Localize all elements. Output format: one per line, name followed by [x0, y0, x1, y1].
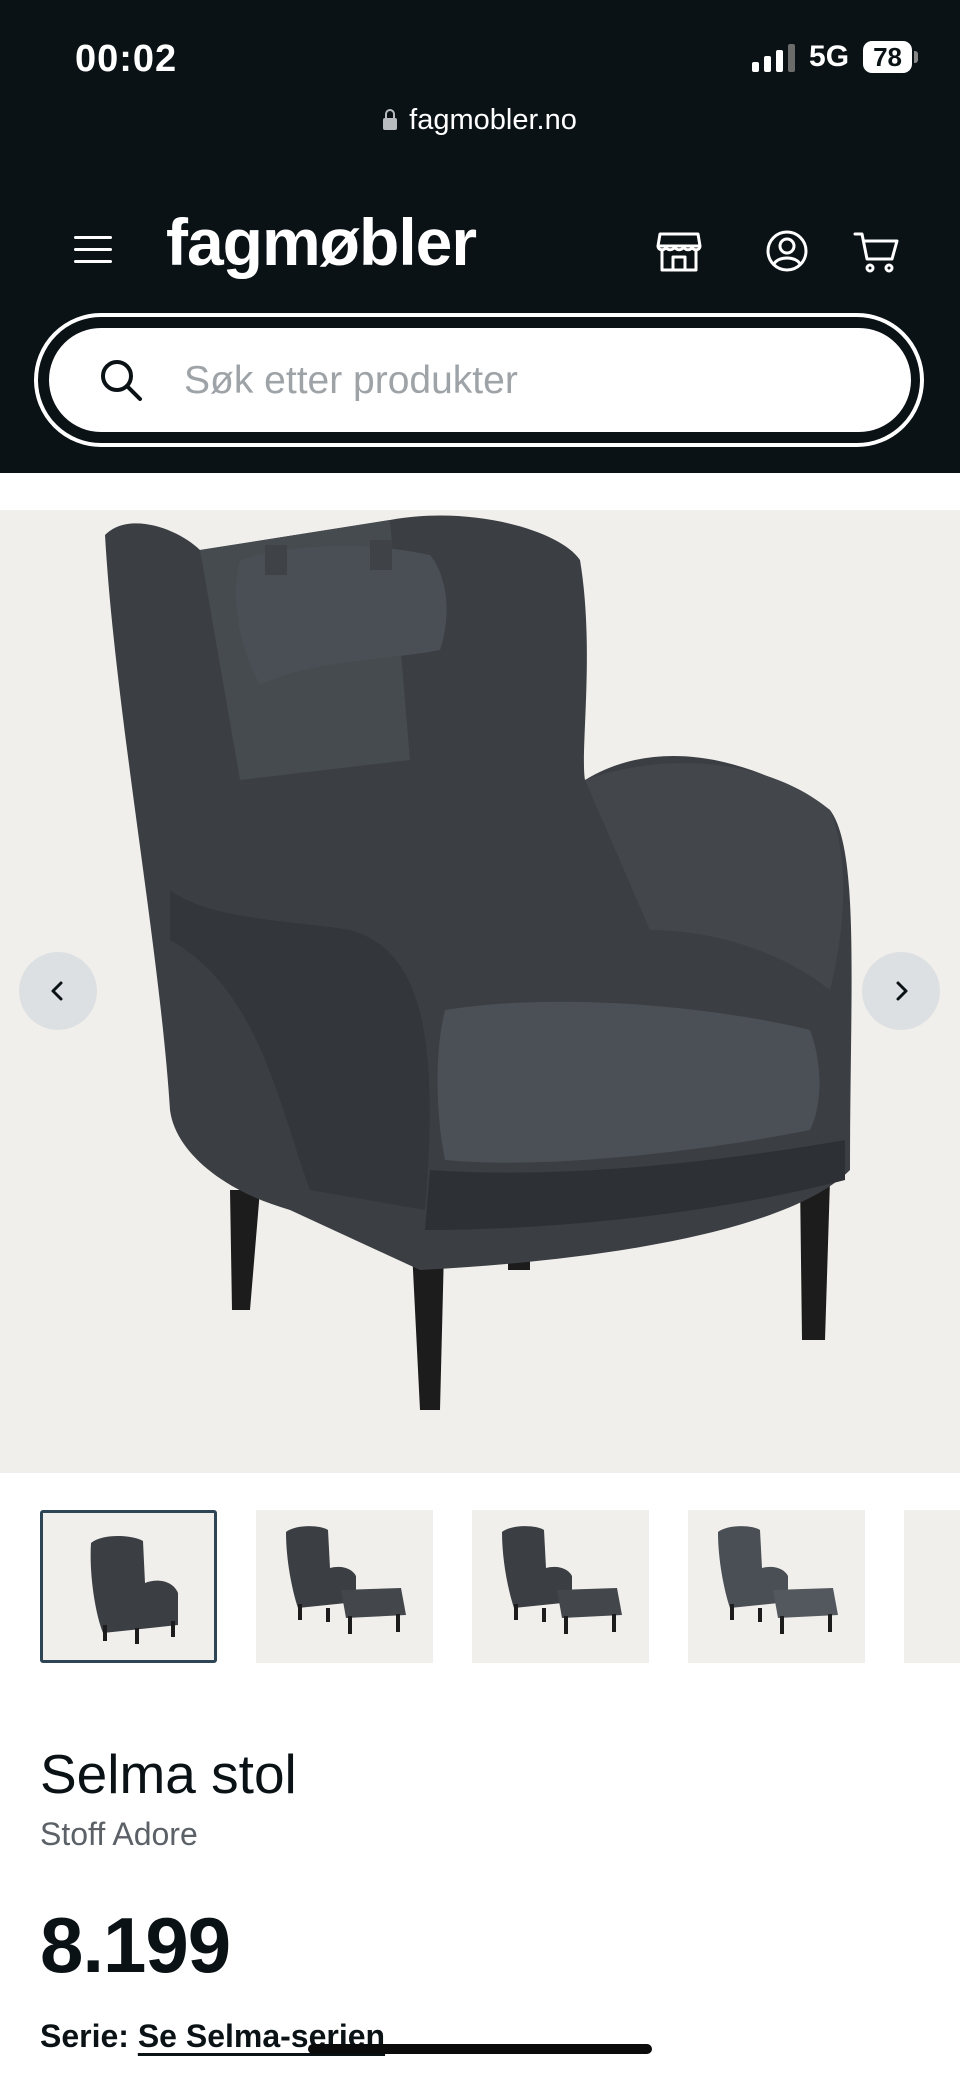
lock-icon [383, 109, 398, 130]
product-variant: Stoff Adore [40, 1816, 198, 1852]
url-bar[interactable]: fagmobler.no [0, 104, 960, 137]
signal-icon [752, 42, 796, 72]
account-icon[interactable] [762, 226, 812, 276]
product-image[interactable] [0, 510, 960, 1473]
next-image-button[interactable] [862, 952, 940, 1030]
thumbnail-2[interactable] [256, 1510, 433, 1663]
thumbnail-3[interactable] [472, 1510, 649, 1663]
chevron-right-icon [896, 981, 908, 1001]
thumbnail-strip [0, 1510, 960, 1665]
cart-icon[interactable] [852, 226, 902, 276]
store-icon[interactable] [654, 226, 704, 276]
chair-image [105, 515, 852, 1410]
home-indicator[interactable] [308, 2044, 652, 2054]
search-icon[interactable] [96, 355, 146, 405]
url-text: fagmobler.no [409, 104, 577, 136]
thumbnail-4[interactable] [688, 1510, 865, 1663]
site-logo[interactable]: fagmøbler [166, 204, 477, 280]
product-title: Selma stol [40, 1743, 297, 1805]
thumbnail-1[interactable] [40, 1510, 217, 1663]
status-time: 00:02 [75, 38, 178, 80]
product-price: 8.199 [40, 1901, 231, 1989]
menu-icon[interactable] [74, 236, 114, 266]
battery-icon: 78 [863, 41, 918, 73]
search-input[interactable] [182, 352, 886, 410]
prev-image-button[interactable] [19, 952, 97, 1030]
status-indicators: 5G 78 [752, 40, 918, 74]
thumbnail-5[interactable] [904, 1510, 960, 1663]
network-label: 5G [809, 40, 850, 73]
chevron-left-icon [51, 981, 63, 1001]
series-label: Serie: [40, 2018, 129, 2054]
